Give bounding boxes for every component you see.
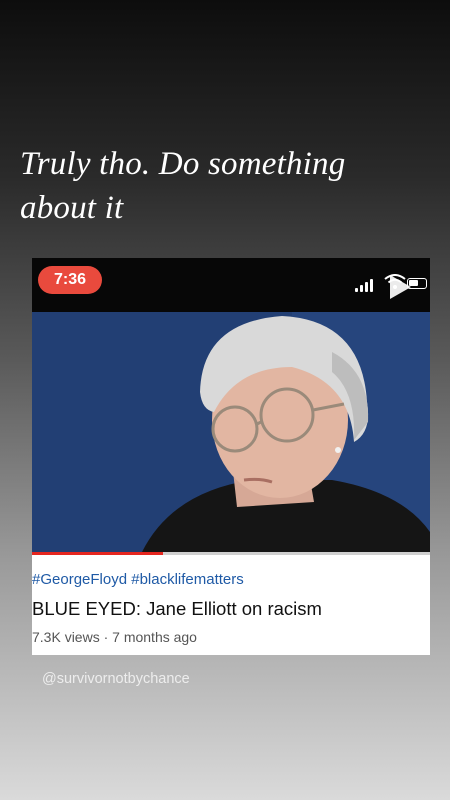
video-hashtags[interactable]: #GeorgeFloyd #blacklifematters xyxy=(32,571,244,588)
video-meta: 7.3K views · 7 months ago xyxy=(32,629,197,645)
play-icon[interactable] xyxy=(384,272,414,302)
status-time: 7:36 xyxy=(38,266,102,294)
status-bar: 7:36 xyxy=(32,258,430,312)
mention-sticker[interactable]: @survivornotbychance xyxy=(42,671,190,687)
video-progress-bar[interactable] xyxy=(32,552,430,555)
video-progress-fill xyxy=(32,552,164,555)
video-card[interactable]: 7:36 #GeorgeFloyd #blacklifematters BLUE… xyxy=(32,258,430,655)
video-thumbnail[interactable] xyxy=(32,312,430,552)
video-title[interactable]: BLUE EYED: Jane Elliott on racism xyxy=(32,598,322,620)
story-caption: Truly tho. Do something about it xyxy=(20,146,346,226)
portrait-illustration xyxy=(32,312,430,552)
signal-icon xyxy=(355,278,377,292)
